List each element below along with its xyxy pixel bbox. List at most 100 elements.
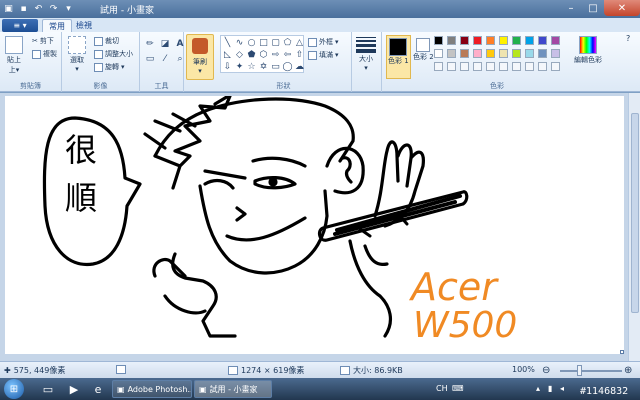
canvas-resize-handle[interactable] — [620, 350, 624, 354]
zoom-in-button[interactable]: ⊕ — [624, 365, 632, 376]
ie-icon[interactable]: e — [90, 381, 106, 397]
four-point-star-shape-icon[interactable]: ✦ — [234, 61, 245, 72]
magnifier-icon[interactable]: ⌕ — [174, 53, 186, 65]
palette-swatch[interactable] — [460, 49, 469, 58]
custom-color-slot[interactable] — [460, 62, 469, 71]
help-icon[interactable]: ? — [626, 34, 630, 43]
drawing-canvas[interactable]: 很 順 Acer W500 — [5, 96, 624, 354]
custom-color-slot[interactable] — [486, 62, 495, 71]
fill-bucket-icon[interactable]: ◪ — [159, 38, 171, 50]
copy-button[interactable]: 複製 — [32, 49, 57, 59]
custom-color-slot[interactable] — [538, 62, 547, 71]
pentagon-shape-icon[interactable]: ⬟ — [246, 49, 257, 60]
curve-shape-icon[interactable]: ∿ — [234, 37, 245, 48]
zoom-slider-track[interactable] — [560, 370, 622, 372]
up-arrow-shape-icon[interactable]: ⇧ — [294, 49, 305, 60]
hexagon-shape-icon[interactable]: ⬡ — [258, 49, 269, 60]
save-icon[interactable]: ▪ — [17, 2, 30, 15]
customize-qat-icon[interactable]: ▾ — [62, 2, 75, 15]
scrollbar-thumb[interactable] — [631, 113, 639, 313]
triangle-shape-icon[interactable]: △ — [294, 37, 305, 48]
palette-swatch[interactable] — [486, 36, 495, 45]
taskbar-paint[interactable]: ▣ 試用 - 小畫家 — [194, 380, 272, 398]
outline-button[interactable]: 外框 ▾ — [308, 37, 339, 47]
palette-swatch[interactable] — [512, 49, 521, 58]
palette-swatch[interactable] — [499, 49, 508, 58]
callout-shape-icon[interactable]: ▭ — [270, 61, 281, 72]
color-picker-icon[interactable]: ⁄ — [159, 53, 171, 65]
start-button[interactable]: ⊞ — [4, 379, 24, 399]
vertical-scrollbar[interactable] — [628, 93, 640, 361]
text-tool-icon[interactable]: A — [174, 38, 186, 50]
oval-callout-shape-icon[interactable]: ◯ — [282, 61, 293, 72]
tab-home[interactable]: 常用 — [42, 19, 72, 32]
custom-color-slot[interactable] — [499, 62, 508, 71]
pencil-icon[interactable]: ✏ — [144, 38, 156, 50]
rectangle-shape-icon[interactable]: □ — [258, 37, 269, 48]
maximize-button[interactable]: □ — [582, 0, 604, 16]
palette-swatch[interactable] — [551, 49, 560, 58]
paint-app-icon[interactable]: ▣ — [2, 2, 15, 15]
polygon-shape-icon[interactable]: ⬠ — [282, 37, 293, 48]
explorer-icon[interactable]: ▭ — [40, 381, 56, 397]
tab-view[interactable]: 檢視 — [70, 19, 98, 32]
color1-selector[interactable]: 色彩 1 — [386, 35, 411, 79]
palette-swatch[interactable] — [499, 36, 508, 45]
color2-selector[interactable]: 色彩 2 — [413, 38, 434, 62]
paste-button[interactable]: 貼上 上▾ — [5, 36, 23, 75]
redo-icon[interactable]: ↷ — [47, 2, 60, 15]
volume-icon[interactable]: ◂ — [560, 384, 564, 393]
paint-menu-button[interactable]: ≡ ▾ — [2, 19, 38, 32]
custom-color-slot[interactable] — [434, 62, 443, 71]
palette-swatch[interactable] — [473, 49, 482, 58]
palette-swatch[interactable] — [434, 49, 443, 58]
close-button[interactable]: ✕ — [604, 0, 640, 16]
minimize-button[interactable]: – — [560, 0, 582, 16]
network-icon[interactable]: ▮ — [548, 384, 552, 393]
custom-color-slot[interactable] — [512, 62, 521, 71]
left-arrow-shape-icon[interactable]: ⇦ — [282, 49, 293, 60]
resize-button[interactable]: 調整大小 — [94, 49, 133, 59]
right-arrow-shape-icon[interactable]: ⇨ — [270, 49, 281, 60]
taskbar-photoshop[interactable]: ▣ Adobe Photosh... — [112, 380, 192, 398]
palette-swatch[interactable] — [512, 36, 521, 45]
eraser-icon[interactable]: ▭ — [144, 53, 156, 65]
palette-swatch[interactable] — [538, 49, 547, 58]
palette-swatch[interactable] — [460, 36, 469, 45]
custom-color-slot[interactable] — [551, 62, 560, 71]
six-point-star-shape-icon[interactable]: ✡ — [258, 61, 269, 72]
crop-button[interactable]: 裁切 — [94, 36, 119, 46]
edit-colors-button[interactable]: 編輯色彩 — [574, 36, 602, 65]
zoom-out-button[interactable]: ⊖ — [542, 365, 550, 376]
palette-swatch[interactable] — [538, 36, 547, 45]
rounded-rectangle-shape-icon[interactable]: ▢ — [270, 37, 281, 48]
cut-button[interactable]: ✂ 剪下 — [32, 36, 54, 46]
oval-shape-icon[interactable]: ○ — [246, 37, 257, 48]
line-shape-icon[interactable]: ╲ — [222, 37, 233, 48]
select-button[interactable]: 選取 ▾ — [68, 36, 86, 73]
zoom-slider-thumb[interactable] — [577, 365, 582, 376]
palette-swatch[interactable] — [525, 49, 534, 58]
palette-swatch[interactable] — [473, 36, 482, 45]
palette-swatch[interactable] — [525, 36, 534, 45]
palette-swatch[interactable] — [486, 49, 495, 58]
custom-color-slot[interactable] — [525, 62, 534, 71]
undo-icon[interactable]: ↶ — [32, 2, 45, 15]
show-hidden-icons[interactable]: ▴ — [536, 384, 540, 393]
brushes-button[interactable]: 筆刷 ▾ — [186, 34, 214, 80]
media-player-icon[interactable]: ▶ — [66, 381, 82, 397]
custom-color-slot[interactable] — [447, 62, 456, 71]
size-button[interactable]: 大小 ▾ — [356, 36, 376, 72]
fill-button[interactable]: 填滿 ▾ — [308, 50, 339, 60]
five-point-star-shape-icon[interactable]: ☆ — [246, 61, 257, 72]
diamond-shape-icon[interactable]: ◇ — [234, 49, 245, 60]
keyboard-icon[interactable]: ⌨ — [452, 384, 464, 393]
palette-swatch[interactable] — [447, 36, 456, 45]
down-arrow-shape-icon[interactable]: ⇩ — [222, 61, 233, 72]
right-triangle-shape-icon[interactable]: ◺ — [222, 49, 233, 60]
palette-swatch[interactable] — [434, 36, 443, 45]
cloud-callout-shape-icon[interactable]: ☁ — [294, 61, 305, 72]
palette-swatch[interactable] — [447, 49, 456, 58]
rotate-button[interactable]: 旋轉 ▾ — [94, 62, 125, 72]
palette-swatch[interactable] — [551, 36, 560, 45]
